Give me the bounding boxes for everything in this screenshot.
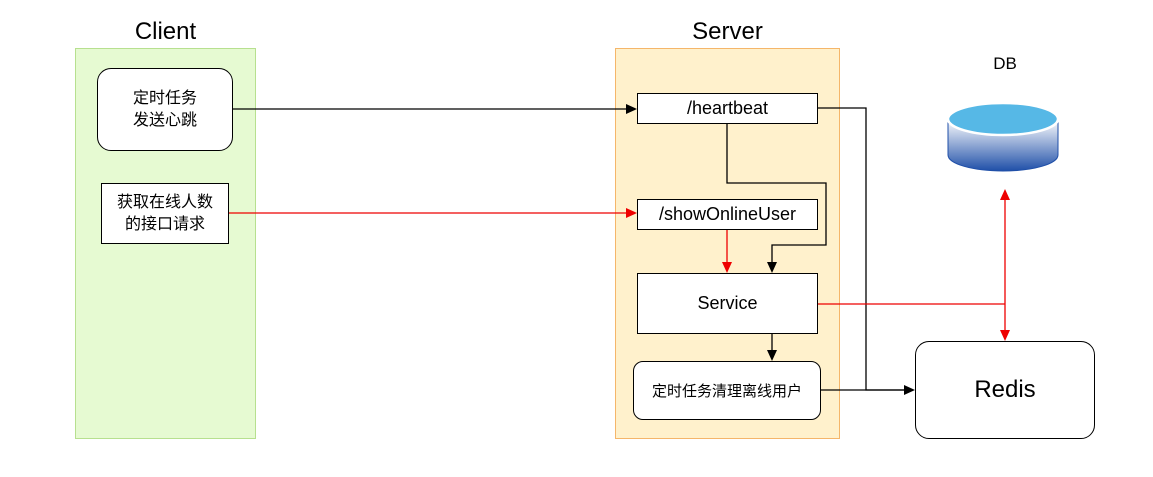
service-to-cleanup-arrowhead — [767, 350, 777, 361]
connector-layer — [229, 101, 1060, 395]
architecture-diagram: Client Server 定时任务 发送心跳 获取在线人数 的接口请求 /he… — [0, 0, 1153, 477]
heartbeat-to-redis-line — [818, 107, 905, 391]
show-online-request-arrowhead — [626, 208, 637, 218]
heartbeat-request-arrowhead — [626, 104, 637, 114]
heartbeat-to-service-arrowhead — [767, 262, 777, 273]
to-redis-arrowhead — [904, 385, 915, 395]
database-icon — [946, 101, 1060, 172]
show-online-to-service-arrowhead — [722, 262, 732, 273]
to-db-arrowhead — [1000, 189, 1010, 200]
to-redis-red-arrowhead — [1000, 330, 1010, 341]
heartbeat-to-service-line — [726, 124, 827, 263]
